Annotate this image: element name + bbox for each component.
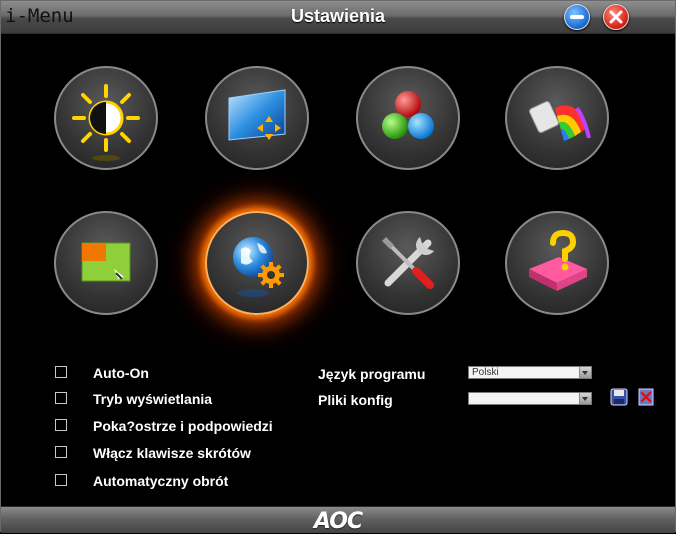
- imenu-window: i-Menu Ustawienia Auto-On Tryb wyświetla…: [0, 0, 676, 534]
- auto-on-checkbox[interactable]: [55, 366, 67, 378]
- globe-gear-icon: [233, 237, 284, 297]
- hotkeys-checkbox[interactable]: [55, 446, 67, 458]
- auto-on-label: Auto-On: [93, 365, 149, 381]
- image-resize-icon: [228, 89, 286, 141]
- delete-config-button[interactable]: [637, 388, 655, 406]
- hotkeys-label: Włącz klawisze skrótów: [93, 445, 251, 461]
- osd-setup-button[interactable]: [54, 211, 158, 315]
- floppy-disk-icon: [610, 388, 628, 406]
- color-balls-icon: [382, 91, 434, 139]
- config-label: Pliki konfig: [318, 392, 393, 408]
- help-question-icon: [529, 229, 587, 291]
- language-label: Język programu: [318, 366, 426, 382]
- extra-button[interactable]: [356, 211, 460, 315]
- show-tips-checkbox[interactable]: [55, 419, 67, 431]
- chevron-down-icon[interactable]: [579, 367, 591, 378]
- picture-boost-button[interactable]: [505, 66, 609, 170]
- minimize-icon: [570, 15, 584, 19]
- color-setup-button[interactable]: [356, 66, 460, 170]
- settings-button[interactable]: [205, 211, 309, 315]
- aoc-logo: AOC: [313, 509, 363, 534]
- language-select[interactable]: Polski: [468, 366, 592, 379]
- config-select[interactable]: [468, 392, 592, 405]
- tools-icon: [382, 237, 434, 289]
- auto-rotate-checkbox[interactable]: [55, 474, 67, 486]
- display-mode-checkbox[interactable]: [55, 392, 67, 404]
- paint-bucket-icon: [529, 101, 591, 141]
- footer-bar: AOC: [1, 506, 675, 534]
- minimize-button[interactable]: [564, 4, 590, 30]
- osd-window-icon: [81, 242, 131, 282]
- auto-rotate-label: Automatyczny obrót: [93, 473, 229, 489]
- display-mode-label: Tryb wyświetlania: [93, 391, 213, 407]
- brightness-icon: [72, 84, 140, 161]
- chevron-down-icon[interactable]: [579, 393, 591, 404]
- language-value: Polski: [472, 367, 499, 378]
- save-config-button[interactable]: [610, 388, 628, 406]
- image-setup-button[interactable]: [205, 66, 309, 170]
- exit-button[interactable]: [505, 211, 609, 315]
- title-bar[interactable]: i-Menu Ustawienia: [1, 1, 675, 34]
- close-icon: [609, 10, 623, 24]
- delete-file-icon: [638, 388, 654, 406]
- close-button[interactable]: [603, 4, 629, 30]
- show-tips-label: Poka?ostrze i podpowiedzi: [93, 418, 273, 434]
- luminance-button[interactable]: [54, 66, 158, 170]
